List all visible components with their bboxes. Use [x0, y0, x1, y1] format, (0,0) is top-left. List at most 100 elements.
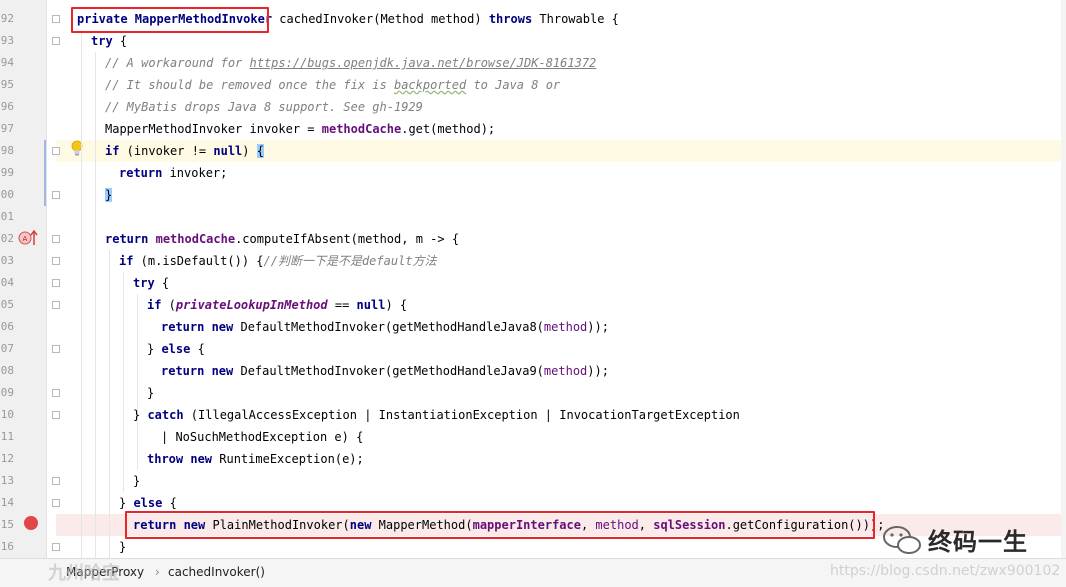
breadcrumb-separator: ›: [155, 565, 160, 579]
csdn-url-watermark: https://blog.csdn.net/zwx900102: [830, 563, 1061, 579]
breadcrumb: MapperProxy › cachedInvoker() https://bl…: [0, 558, 1066, 587]
line-number: 93: [0, 34, 14, 47]
code-token: }: [133, 408, 148, 422]
code-line: return methodCache.computeIfAbsent(metho…: [105, 228, 459, 250]
fold-marker[interactable]: [52, 301, 60, 309]
code-token: else: [133, 496, 163, 510]
code-token: MapperMethodInvoker invoker =: [105, 122, 322, 136]
line-number: 12: [0, 452, 14, 465]
field-token: methodCache: [155, 232, 236, 246]
code-token: .computeIfAbsent(method, m -> {: [235, 232, 460, 246]
bottom-left-watermark: 九州哈宝: [48, 563, 120, 584]
code-token: null: [213, 144, 243, 158]
line-number: 16: [0, 540, 14, 553]
code-token: (invoker !=: [119, 144, 214, 158]
comment: to Java 8 or: [466, 78, 561, 92]
line-number: 92: [0, 12, 14, 25]
code-line: try {: [133, 272, 169, 294]
line-number: 98: [0, 144, 14, 157]
code-token: throw new: [147, 452, 213, 466]
comment: // A workaround for: [105, 56, 250, 70]
code-line: }: [105, 184, 113, 206]
fold-marker[interactable]: [52, 15, 60, 23]
code-line: } else {: [147, 338, 205, 360]
code-token: null: [356, 298, 386, 312]
line-number: 15: [0, 518, 14, 531]
line-number: 06: [0, 320, 14, 333]
fold-marker[interactable]: [52, 345, 60, 353]
code-line: if (m.isDefault()) {//判断一下是不是default方法: [119, 250, 437, 272]
code-line: return new DefaultMethodInvoker(getMetho…: [161, 360, 609, 382]
override-marker-icon[interactable]: A: [18, 229, 38, 247]
code-line: }: [147, 382, 154, 404]
fold-marker[interactable]: [52, 257, 60, 265]
param-token: method: [543, 364, 588, 378]
fold-marker[interactable]: [52, 279, 60, 287]
vertical-scrollbar[interactable]: [1061, 0, 1066, 558]
code-token: ));: [587, 320, 609, 334]
wechat-account-watermark: 终码一生: [928, 528, 1028, 556]
code-token: else: [161, 342, 191, 356]
line-number: 08: [0, 364, 14, 377]
code-editor[interactable]: 92 93 94 95 96 97 98 99 00 01 02 03 04 0…: [0, 0, 1066, 558]
matched-brace: {: [256, 144, 264, 158]
comment: //判断一下是不是: [263, 254, 362, 268]
fold-marker[interactable]: [52, 499, 60, 507]
code-token: }: [147, 386, 155, 400]
code-token: }: [147, 342, 162, 356]
line-number: 02: [0, 232, 14, 245]
indent-guide: [95, 52, 96, 558]
fold-marker[interactable]: [52, 477, 60, 485]
code-token: DefaultMethodInvoker(getMethodHandleJava…: [233, 320, 544, 334]
comment-typo: backported: [393, 78, 467, 92]
line-number: 11: [0, 430, 14, 443]
code-line: return invoker;: [119, 162, 227, 184]
matched-brace: }: [105, 188, 113, 202]
fold-marker[interactable]: [52, 411, 60, 419]
code-line: throw new RuntimeException(e);: [147, 448, 364, 470]
code-token: {: [112, 34, 128, 48]
code-token: {: [154, 276, 170, 290]
code-token: ==: [327, 298, 357, 312]
breadcrumb-method[interactable]: cachedInvoker(): [168, 565, 265, 579]
code-line: }: [119, 536, 126, 558]
fold-marker[interactable]: [52, 389, 60, 397]
code-token: ) {: [385, 298, 408, 312]
annotation-box-plain-invoker: [125, 511, 875, 539]
fold-marker[interactable]: [52, 235, 60, 243]
code-line: }: [133, 470, 140, 492]
line-number: 95: [0, 78, 14, 91]
comment: // MyBatis drops Java 8 support. See gh-…: [105, 100, 423, 114]
line-number: 14: [0, 496, 14, 509]
code-token: catch: [147, 408, 184, 422]
indent-guide: [137, 294, 138, 470]
breakpoint-icon[interactable]: [24, 516, 38, 530]
annotation-box-method-return-type: [71, 7, 269, 33]
field-token: methodCache: [321, 122, 402, 136]
code-token: DefaultMethodInvoker(getMethodHandleJava…: [233, 364, 544, 378]
code-token: | NoSuchMethodException e) {: [161, 430, 364, 444]
line-number: 03: [0, 254, 14, 267]
line-number: 01: [0, 210, 14, 223]
fold-marker[interactable]: [52, 147, 60, 155]
code-token: if: [119, 254, 134, 268]
code-token: {: [162, 496, 177, 510]
code-line: MapperMethodInvoker invoker = methodCach…: [105, 118, 495, 140]
fold-marker[interactable]: [52, 37, 60, 45]
fold-marker[interactable]: [52, 191, 60, 199]
fold-marker[interactable]: [52, 543, 60, 551]
line-number: 99: [0, 166, 14, 179]
code-token: return: [105, 232, 149, 246]
code-token: }: [119, 496, 134, 510]
comment-link[interactable]: https://bugs.openjdk.java.net/browse/JDK…: [250, 56, 597, 70]
code-token: return new: [161, 320, 234, 334]
code-token: try: [91, 34, 113, 48]
code-line: try {: [91, 30, 127, 52]
line-number: 09: [0, 386, 14, 399]
line-number: 05: [0, 298, 14, 311]
code-token: }: [133, 474, 141, 488]
code-line: // MyBatis drops Java 8 support. See gh-…: [105, 96, 423, 118]
code-token: Throwable {: [532, 12, 619, 26]
comment: // It should be removed once the fix is: [105, 78, 394, 92]
param-token: method: [543, 320, 588, 334]
